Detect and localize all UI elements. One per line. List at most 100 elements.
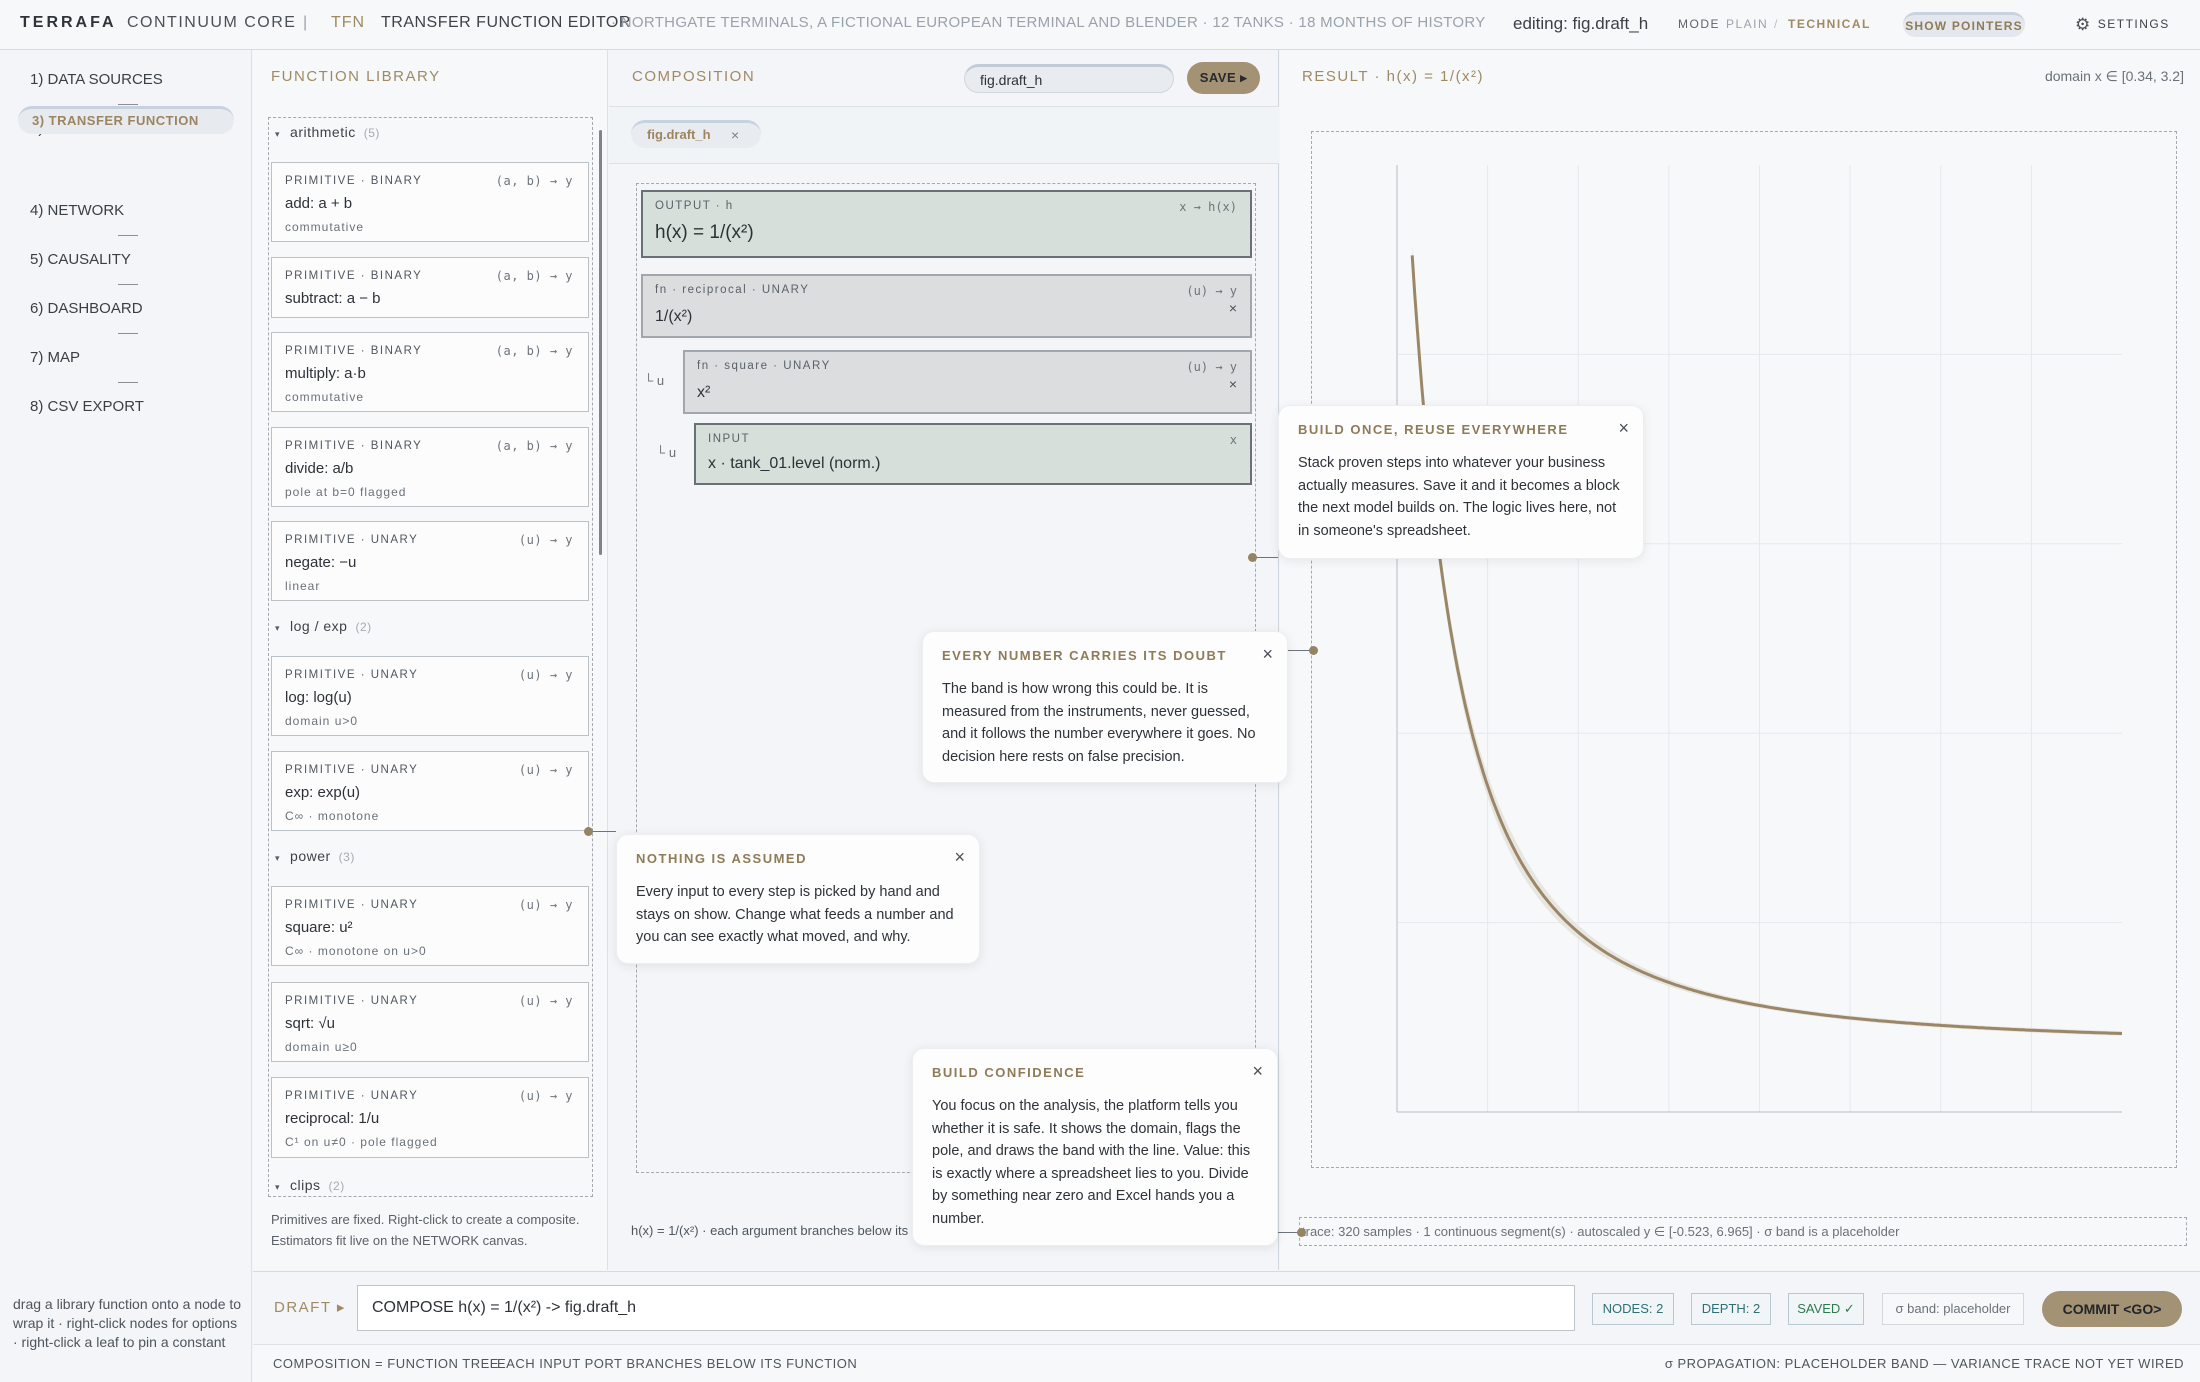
card-kind: PRIMITIVE · UNARY	[285, 1090, 419, 1102]
card-name: sqrt: √u	[285, 1015, 335, 1032]
sigma-band-badge: σ band: placeholder	[1882, 1293, 2024, 1325]
library-card-sqrt[interactable]: PRIMITIVE · UNARY (u) → y sqrt: √u domai…	[271, 982, 589, 1062]
nav-item-csv-export[interactable]: 8) CSV EXPORT	[30, 398, 144, 415]
card-signature: (a, b) → y	[495, 344, 573, 358]
nav-item-network[interactable]: 4) NETWORK	[30, 202, 124, 219]
mode-technical-toggle[interactable]: TECHNICAL	[1788, 17, 1871, 31]
nav-item-transfer-function[interactable]: 3) TRANSFER FUNCTION	[18, 106, 234, 134]
close-icon[interactable]: ×	[731, 123, 739, 147]
card-signature: (a, b) → y	[495, 439, 573, 453]
node-expression: 1/(x²)	[655, 308, 693, 325]
composition-title: COMPOSITION	[632, 68, 756, 85]
card-name: exp: exp(u)	[285, 784, 361, 801]
save-button[interactable]: SAVE ▸	[1187, 62, 1260, 94]
top-bar: TERRAFA CONTINUUM CORE | TFN TRANSFER FU…	[0, 0, 2200, 50]
commit-button[interactable]: COMMIT <GO>	[2042, 1291, 2182, 1327]
caret-down-icon: ▾	[275, 853, 281, 863]
mode-separator: /	[1774, 17, 1778, 31]
card-note: commutative	[285, 390, 365, 404]
header-separator: |	[303, 14, 308, 31]
close-icon[interactable]: ×	[954, 847, 965, 868]
editing-label: editing: fig.draft_h	[1513, 14, 1649, 33]
callout-title: EVERY NUMBER CARRIES ITS DOUBT	[942, 648, 1227, 663]
callout-title: BUILD CONFIDENCE	[932, 1065, 1086, 1080]
caret-down-icon: ▾	[275, 623, 281, 633]
composition-search-input[interactable]	[964, 64, 1174, 93]
library-card-subtract[interactable]: PRIMITIVE · BINARY (a, b) → y subtract: …	[271, 257, 589, 318]
result-title: RESULT · h(x) = 1/(x²)	[1302, 68, 1485, 85]
card-name: divide: a/b	[285, 460, 354, 477]
nav-item-map[interactable]: 7) MAP	[30, 349, 80, 366]
library-card-square[interactable]: PRIMITIVE · UNARY (u) → y square: u² C∞ …	[271, 886, 589, 966]
close-icon[interactable]: ×	[1229, 300, 1237, 316]
card-signature: (u) → y	[518, 1089, 573, 1103]
reciprocal-node[interactable]: fn · reciprocal · UNARY (u) → y × 1/(x²)	[641, 274, 1252, 338]
group-arithmetic[interactable]: ▾ arithmetic (5)	[275, 124, 380, 140]
result-chart[interactable]	[1312, 132, 2176, 1167]
callout-nothing-assumed: NOTHING IS ASSUMED × Every input to ever…	[616, 834, 980, 964]
nav-item-causality[interactable]: 5) CAUSALITY	[30, 251, 131, 268]
node-signature: x	[1229, 433, 1237, 447]
draft-command-input[interactable]	[357, 1285, 1575, 1331]
close-icon[interactable]: ×	[1229, 376, 1237, 392]
nav-item-dashboard[interactable]: 6) DASHBOARD	[30, 300, 143, 317]
card-note: C¹ on u≠0 · pole flagged	[285, 1135, 438, 1149]
close-icon[interactable]: ×	[1618, 418, 1629, 439]
card-name: multiply: a·b	[285, 365, 366, 382]
library-card-log[interactable]: PRIMITIVE · UNARY (u) → y log: log(u) do…	[271, 656, 589, 736]
node-kind: OUTPUT · h	[655, 200, 734, 212]
library-card-negate[interactable]: PRIMITIVE · UNARY (u) → y negate: −u lin…	[271, 521, 589, 601]
library-card-reciprocal[interactable]: PRIMITIVE · UNARY (u) → y reciprocal: 1/…	[271, 1077, 589, 1158]
module-name: TRANSFER FUNCTION EDITOR	[381, 14, 631, 31]
card-kind: PRIMITIVE · BINARY	[285, 270, 423, 282]
group-count: (2)	[355, 620, 372, 634]
close-icon[interactable]: ×	[1262, 644, 1273, 665]
card-signature: (u) → y	[518, 668, 573, 682]
card-name: reciprocal: 1/u	[285, 1110, 380, 1127]
group-clips[interactable]: ▾ clips (2)	[275, 1177, 345, 1193]
library-card-divide[interactable]: PRIMITIVE · BINARY (a, b) → y divide: a/…	[271, 427, 589, 507]
show-pointers-toggle[interactable]: SHOW POINTERS	[1903, 12, 2025, 37]
callout-anchor-dot	[1297, 1228, 1306, 1237]
card-kind: PRIMITIVE · UNARY	[285, 534, 419, 546]
draft-label: DRAFT ▸	[274, 1299, 346, 1316]
node-expression: x · tank_01.level (norm.)	[708, 455, 881, 472]
card-kind: PRIMITIVE · BINARY	[285, 175, 423, 187]
card-note: C∞ · monotone on u>0	[285, 944, 427, 958]
group-count: (5)	[363, 126, 380, 140]
nav-divider	[118, 333, 138, 334]
card-signature: (u) → y	[518, 533, 573, 547]
tab-fig-draft-h[interactable]: fig.draft_h ×	[631, 120, 761, 148]
library-card-multiply[interactable]: PRIMITIVE · BINARY (a, b) → y multiply: …	[271, 332, 589, 412]
card-signature: (a, b) → y	[495, 174, 573, 188]
group-name: log / exp	[290, 618, 348, 634]
nav-item-data-sources[interactable]: 1) DATA SOURCES	[30, 71, 163, 88]
depth-badge: DEPTH: 2	[1691, 1293, 1771, 1325]
nav-divider	[118, 382, 138, 383]
card-signature: (u) → y	[518, 898, 573, 912]
callout-body: The band is how wrong this could be. It …	[942, 681, 1256, 765]
node-signature: x → h(x)	[1179, 200, 1237, 214]
product-name: CONTINUUM CORE	[127, 14, 297, 31]
output-node[interactable]: OUTPUT · h x → h(x) h(x) = 1/(x²)	[641, 190, 1252, 258]
square-node[interactable]: fn · square · UNARY (u) → y × x²	[683, 350, 1252, 414]
group-name: arithmetic	[290, 124, 356, 140]
group-log-exp[interactable]: ▾ log / exp (2)	[275, 618, 372, 634]
tab-label: fig.draft_h	[647, 127, 711, 142]
node-kind: fn · reciprocal · UNARY	[655, 284, 810, 296]
card-name: subtract: a − b	[285, 290, 381, 307]
settings-button[interactable]: ⚙ SETTINGS	[2075, 15, 2170, 35]
card-name: add: a + b	[285, 195, 353, 212]
library-card-add[interactable]: PRIMITIVE · BINARY (a, b) → y add: a + b…	[271, 162, 589, 242]
card-kind: PRIMITIVE · UNARY	[285, 995, 419, 1007]
library-scrollbar[interactable]	[599, 130, 602, 555]
close-icon[interactable]: ×	[1252, 1061, 1263, 1082]
card-signature: (u) → y	[518, 994, 573, 1008]
input-node[interactable]: INPUT x x · tank_01.level (norm.)	[694, 423, 1252, 485]
mode-plain-toggle[interactable]: PLAIN	[1726, 17, 1768, 31]
card-name: log: log(u)	[285, 689, 352, 706]
group-power[interactable]: ▾ power (3)	[275, 848, 355, 864]
group-name: clips	[290, 1177, 321, 1193]
library-card-exp[interactable]: PRIMITIVE · UNARY (u) → y exp: exp(u) C∞…	[271, 751, 589, 831]
card-kind: PRIMITIVE · UNARY	[285, 764, 419, 776]
